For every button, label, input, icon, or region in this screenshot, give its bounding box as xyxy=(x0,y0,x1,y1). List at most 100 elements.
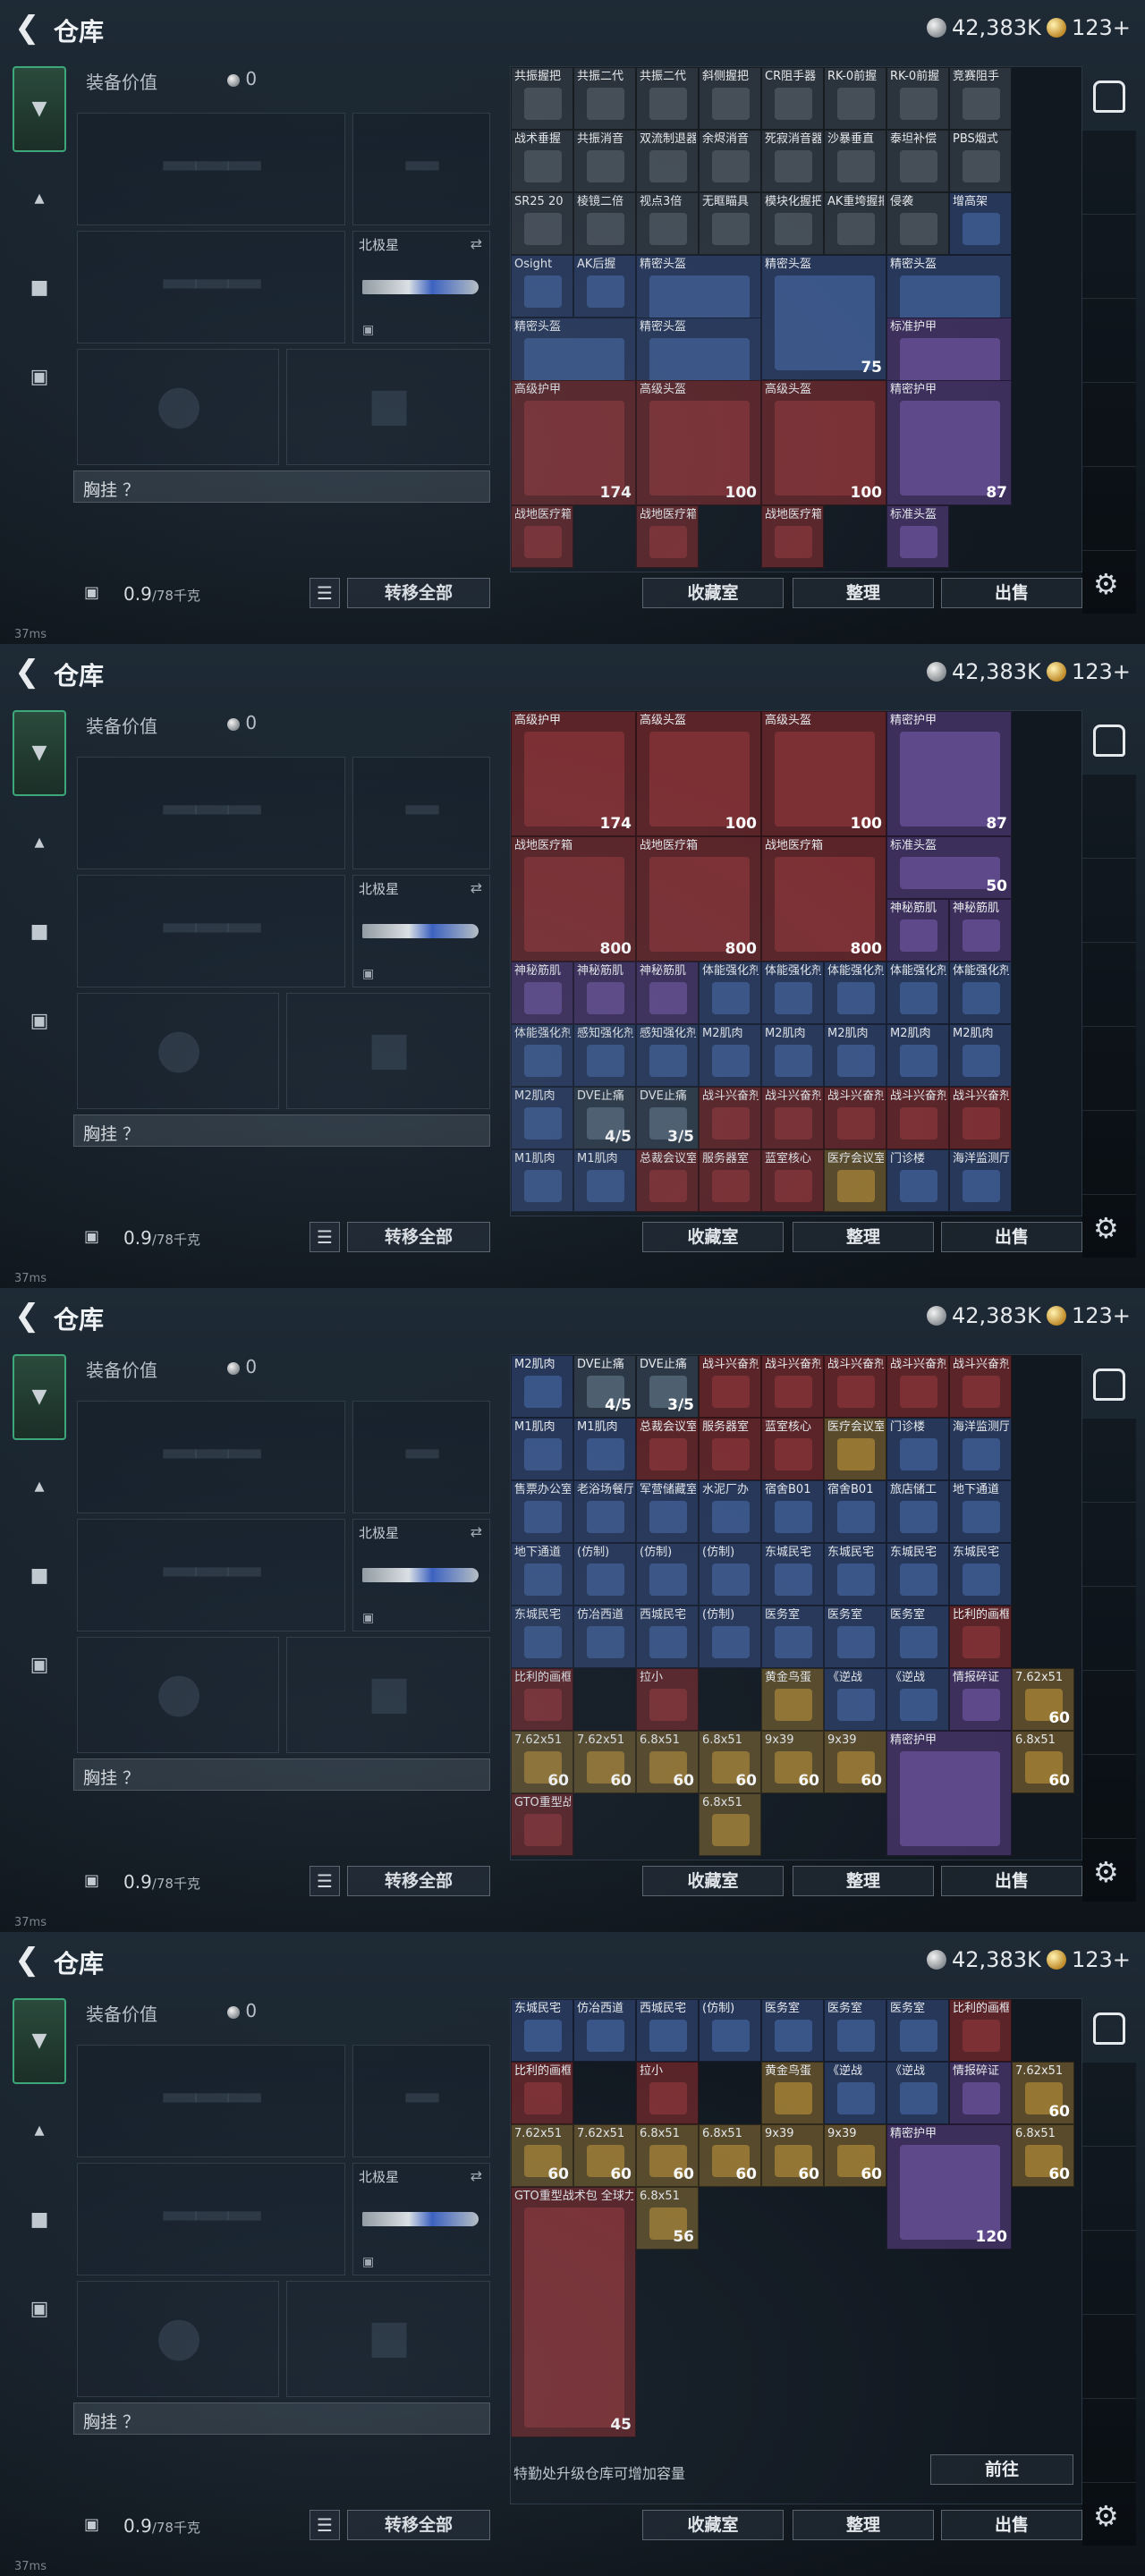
stash-item[interactable]: M2肌肉 xyxy=(824,1024,886,1087)
stash-item[interactable]: 共振二代 xyxy=(636,67,699,130)
stash-item[interactable]: 医务室 xyxy=(886,1999,949,2062)
chest-rig-slot[interactable]: 胸挂 ？ xyxy=(73,470,490,503)
stash-item[interactable]: 竞赛阻手 xyxy=(949,67,1012,130)
stash-item[interactable]: M1肌肉 xyxy=(511,1149,573,1212)
stash-grid[interactable]: M2肌肉 DVE止痛 4/5 DVE止痛 3/5 战斗兴奋剂 战斗兴奋剂 战斗兴奋剂 战斗兴奋剂… xyxy=(510,1354,1082,1860)
stash-page-tab[interactable] xyxy=(1082,1587,1136,1671)
stash-item[interactable]: 战地医疗箱 800 xyxy=(761,836,886,962)
stash-chest-icon[interactable] xyxy=(1093,724,1125,757)
stash-item[interactable]: 战术垂握 xyxy=(511,130,573,192)
tab-armor[interactable]: ▴ xyxy=(13,800,66,886)
stash-item[interactable]: 战斗兴奋剂 xyxy=(824,1355,886,1418)
armor-slot[interactable]: ◼ xyxy=(286,993,490,1109)
stash-item[interactable]: 9x39 60 xyxy=(761,1731,824,1793)
stash-item[interactable]: 视点3倍 xyxy=(636,192,699,255)
stash-item[interactable]: AK重垮握把 xyxy=(824,192,886,255)
sidearm-slot[interactable]: ━ xyxy=(352,1401,490,1513)
stash-page-tab[interactable] xyxy=(1082,1503,1136,1587)
gold-currency[interactable]: 123+ xyxy=(1047,1946,1131,1973)
stash-item[interactable]: 高级头盔 100 xyxy=(636,380,761,505)
stash-item[interactable]: 仿冶西道 xyxy=(573,1606,636,1668)
tab-case[interactable]: ▣ xyxy=(13,1623,66,1708)
stash-item[interactable]: 标准头盔 50 xyxy=(886,836,1012,899)
stash-item[interactable]: M2肌肉 xyxy=(511,1087,573,1149)
collection-room-button[interactable]: 收藏室 xyxy=(642,1866,784,1896)
swap-icon[interactable]: ⇄ xyxy=(471,2167,482,2184)
armor-slot[interactable]: ◼ xyxy=(286,2281,490,2397)
stash-item[interactable]: M2肌肉 xyxy=(886,1024,949,1087)
stash-item[interactable]: M1肌肉 xyxy=(573,1418,636,1480)
stash-page-tab[interactable] xyxy=(1082,1419,1136,1503)
stash-item[interactable]: 6.8x51 60 xyxy=(699,1731,761,1793)
list-view-button[interactable]: ☰ xyxy=(310,2510,340,2540)
stash-item[interactable]: M1肌肉 xyxy=(511,1418,573,1480)
stash-item[interactable]: 东城民宅 xyxy=(511,1606,573,1668)
stash-item[interactable]: 医务室 xyxy=(761,1606,824,1668)
tab-weapons[interactable]: ▼ xyxy=(13,1354,66,1440)
list-view-button[interactable]: ☰ xyxy=(310,1222,340,1252)
stash-item[interactable]: 增高架 xyxy=(949,192,1012,255)
stash-item[interactable]: 西城民宅 xyxy=(636,1606,699,1668)
stash-page-tab[interactable] xyxy=(1082,1755,1136,1839)
stash-item[interactable]: 医务室 xyxy=(824,1999,886,2062)
gold-currency[interactable]: 123+ xyxy=(1047,14,1131,41)
chest-rig-slot[interactable]: 胸挂 ？ xyxy=(73,1758,490,1791)
stash-item[interactable]: CR阻手器 xyxy=(761,67,824,130)
primary-weapon-slot[interactable]: ━━━ xyxy=(77,2045,345,2157)
stash-item[interactable]: 地下通道 xyxy=(949,1480,1012,1543)
stash-item[interactable]: DVE止痛 3/5 xyxy=(636,1355,699,1418)
tab-armor[interactable]: ▴ xyxy=(13,1444,66,1530)
stash-item[interactable]: 6.8x51 60 xyxy=(636,1731,699,1793)
stash-chest-icon[interactable] xyxy=(1093,80,1125,113)
stash-item[interactable]: 《逆战 xyxy=(824,1668,886,1731)
stash-item[interactable]: 仿冶西道 xyxy=(573,1999,636,2062)
stash-chest-icon[interactable] xyxy=(1093,2012,1125,2045)
stash-grid[interactable]: 共振握把 共振二代 共振二代 斜侧握把 CR阻手器 RK-0前握 RK-0前握 竞赛阻手 战术垂… xyxy=(510,66,1082,572)
secondary-weapon-slot[interactable]: ━━━ xyxy=(77,231,345,343)
stash-item[interactable]: 7.62x51 60 xyxy=(573,2124,636,2187)
stash-item[interactable]: 总裁会议室 xyxy=(636,1149,699,1212)
stash-page-tab[interactable] xyxy=(1082,1671,1136,1755)
sell-button[interactable]: 出售 xyxy=(941,2510,1082,2540)
chest-rig-slot[interactable]: 胸挂 ？ xyxy=(73,2402,490,2435)
tab-weapons[interactable]: ▼ xyxy=(13,1998,66,2084)
tab-armor[interactable]: ▴ xyxy=(13,156,66,242)
stash-item[interactable]: GTO重型战术 xyxy=(511,1793,573,1856)
stash-item[interactable]: DVE止痛 3/5 xyxy=(636,1087,699,1149)
transfer-all-button[interactable]: 转移全部 xyxy=(347,578,490,608)
stash-item[interactable]: 斜侧握把 xyxy=(699,67,761,130)
stash-item[interactable]: M2肌肉 xyxy=(761,1024,824,1087)
stash-grid[interactable]: 东城民宅 仿冶西道 西城民宅 (仿制) 医务室 医务室 医务室 比利的画框 比利的画框 拉小 黄金鸟… xyxy=(510,1998,1082,2504)
sort-button[interactable]: 整理 xyxy=(793,1866,934,1896)
stash-item[interactable]: 西城民宅 xyxy=(636,1999,699,2062)
stash-item[interactable]: 《逆战 xyxy=(886,1668,949,1731)
stash-item[interactable]: 比利的画框 xyxy=(511,1668,573,1731)
stash-item[interactable]: 泰坦补偿 xyxy=(886,130,949,192)
helmet-slot[interactable]: ● xyxy=(77,993,279,1109)
stash-item[interactable]: 标准头盔 xyxy=(886,505,949,568)
swap-icon[interactable]: ⇄ xyxy=(471,235,482,252)
primary-weapon-slot[interactable]: ━━━ xyxy=(77,757,345,869)
stash-item[interactable]: (仿制) xyxy=(636,1543,699,1606)
stash-page-tab[interactable] xyxy=(1082,131,1136,215)
back-arrow-icon[interactable]: ❮ xyxy=(14,13,40,43)
transfer-all-button[interactable]: 转移全部 xyxy=(347,2510,490,2540)
stash-item[interactable]: 东城民宅 xyxy=(761,1543,824,1606)
stash-item[interactable]: 地下通道 xyxy=(511,1543,573,1606)
stash-chest-icon[interactable] xyxy=(1093,1368,1125,1401)
gear-icon[interactable]: ⚙ xyxy=(1093,1211,1119,1245)
stash-item[interactable]: 战斗兴奋剂 xyxy=(824,1087,886,1149)
stash-item[interactable]: 黄金鸟蛋 xyxy=(761,1668,824,1731)
stash-item[interactable]: 7.62x51 60 xyxy=(1012,2062,1074,2124)
stash-item[interactable]: 东城民宅 xyxy=(511,1999,573,2062)
gear-icon[interactable]: ⚙ xyxy=(1093,567,1119,601)
stash-item[interactable]: (仿制) xyxy=(699,1999,761,2062)
stash-page-tab[interactable] xyxy=(1082,467,1136,551)
stash-item[interactable]: 体能强化剂 xyxy=(949,962,1012,1024)
tab-backpack[interactable]: ■ xyxy=(13,245,66,331)
stash-item[interactable]: 门诊楼 xyxy=(886,1418,949,1480)
stash-item[interactable]: 7.62x51 60 xyxy=(1012,1668,1074,1731)
stash-item[interactable]: M2肌肉 xyxy=(949,1024,1012,1087)
stash-item[interactable]: 神秘筋肌 xyxy=(949,899,1012,962)
stash-item[interactable]: 情报碎证 xyxy=(949,2062,1012,2124)
